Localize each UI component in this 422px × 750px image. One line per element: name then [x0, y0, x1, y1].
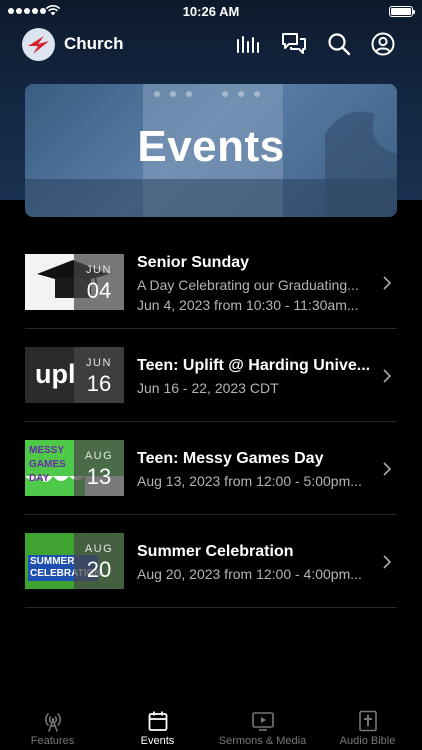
event-row[interactable]: SUMMER CELEBRATION AUG 20 Summer Celebra… [0, 515, 422, 608]
tab-label: Events [140, 735, 175, 747]
event-thumbnail: JUN 04 [25, 254, 124, 310]
audio-bars-icon[interactable] [235, 31, 261, 57]
event-thumbnail: MESSY GAMES DAY AUG 13 [25, 440, 124, 496]
status-time: 10:26 AM [182, 4, 240, 19]
calendar-icon [148, 711, 167, 731]
broadcast-icon [44, 713, 61, 732]
event-date-text: Jun 4, 2023 from 10:30 - 11:30am... [137, 297, 359, 313]
event-list: JUN 04 Senior Sunday A Day Celebrating o… [0, 236, 422, 608]
events-hero-banner: Events [25, 84, 397, 217]
hero-title: Events [137, 122, 285, 171]
battery-icon [389, 6, 415, 17]
event-date-badge: AUG 13 [74, 440, 124, 496]
event-date-text: Aug 20, 2023 from 12:00 - 4:00pm... [137, 566, 362, 582]
church-logo[interactable] [22, 28, 55, 61]
event-row[interactable]: MESSY GAMES DAY AUG 13 Teen: Messy Games… [0, 422, 422, 515]
status-bar: 10:26 AM [0, 0, 422, 22]
tab-label: Audio Bible [339, 735, 396, 747]
tab-audio-bible[interactable]: Audio Bible [315, 706, 420, 750]
event-title: Teen: Uplift @ Harding Unive... [137, 357, 371, 374]
event-date-badge: JUN 16 [74, 347, 124, 403]
chevron-right-icon [383, 462, 392, 476]
event-thumbnail: upl JUN 16 [25, 347, 124, 403]
event-title: Teen: Messy Games Day [137, 450, 324, 467]
event-thumbnail: SUMMER CELEBRATION AUG 20 [25, 533, 124, 589]
event-description: A Day Celebrating our Graduating... [137, 277, 359, 293]
event-row[interactable]: JUN 04 Senior Sunday A Day Celebrating o… [0, 236, 422, 329]
chevron-right-icon [383, 555, 392, 569]
chevron-right-icon [383, 369, 392, 383]
event-title: Senior Sunday [137, 254, 250, 271]
event-row[interactable]: upl JUN 16 Teen: Uplift @ Harding Unive.… [0, 329, 422, 422]
event-title: Summer Celebration [137, 543, 294, 560]
play-screen-icon [251, 712, 274, 731]
tab-label: Features [30, 735, 75, 747]
app-header: Church [0, 26, 422, 62]
chat-icon[interactable] [281, 31, 307, 57]
event-date-text: Jun 16 - 22, 2023 CDT [137, 380, 279, 396]
account-icon[interactable] [370, 31, 396, 57]
chevron-right-icon [383, 276, 392, 290]
search-icon[interactable] [326, 31, 352, 57]
event-date-text: Aug 13, 2023 from 12:00 - 5:00pm... [137, 473, 362, 489]
app-title: Church [64, 34, 124, 53]
bottom-tab-bar: Features Events Sermons & Media Audio Bi… [0, 706, 422, 750]
tab-events[interactable]: Events [105, 706, 210, 750]
tab-features[interactable]: Features [0, 706, 105, 750]
tab-label: Sermons & Media [218, 735, 307, 747]
bible-icon [358, 710, 377, 732]
event-date-badge: AUG 20 [74, 533, 124, 589]
tab-sermons-media[interactable]: Sermons & Media [210, 706, 315, 750]
event-date-badge: JUN 04 [74, 254, 124, 310]
